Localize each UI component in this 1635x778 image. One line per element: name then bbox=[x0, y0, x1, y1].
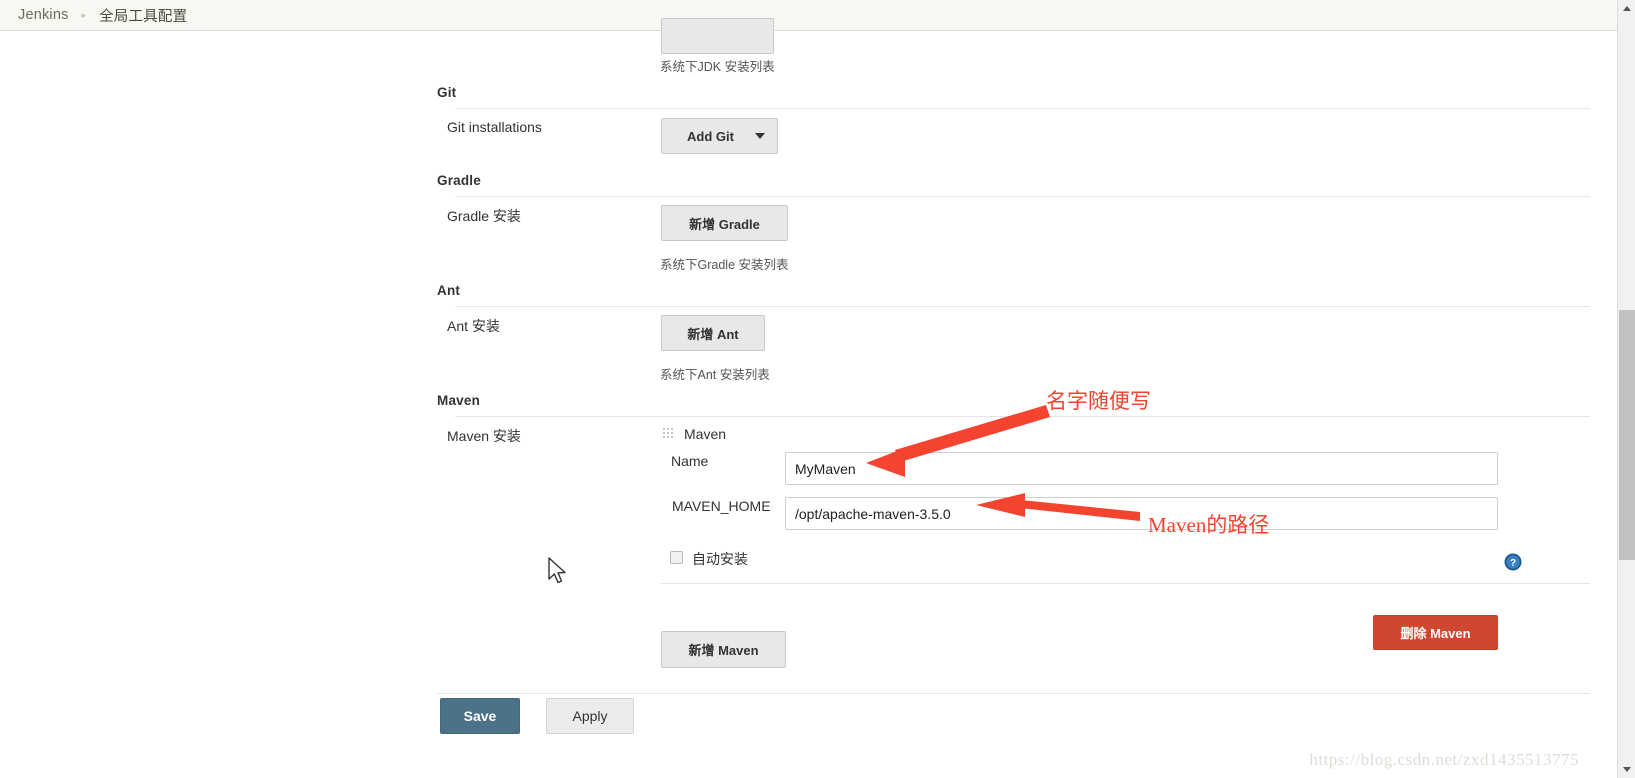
add-maven-button-label: 新增 Maven bbox=[688, 643, 759, 658]
section-title-gradle: Gradle bbox=[437, 173, 481, 188]
add-jdk-button[interactable] bbox=[661, 18, 774, 54]
section-rule-git bbox=[455, 108, 1590, 109]
svg-text:?: ? bbox=[1510, 558, 1516, 569]
scrollbar-thumb[interactable] bbox=[1619, 310, 1635, 560]
maven-install-label: Maven 安装 bbox=[447, 428, 521, 444]
gradle-help-text: 系统下Gradle 安装列表 bbox=[660, 258, 789, 272]
add-git-button-label: Add Git bbox=[687, 128, 734, 144]
maven-home-input[interactable] bbox=[785, 497, 1498, 530]
ant-install-label: Ant 安装 bbox=[447, 318, 500, 334]
breadcrumb: Jenkins ▸ 全局工具配置 bbox=[0, 0, 1617, 31]
maven-name-input[interactable] bbox=[785, 452, 1498, 485]
chevron-down-icon bbox=[755, 133, 765, 139]
git-installations-label: Git installations bbox=[447, 119, 542, 135]
breadcrumb-item-jenkins[interactable]: Jenkins bbox=[18, 7, 69, 23]
section-rule-ant bbox=[455, 306, 1590, 307]
maven-home-label: MAVEN_HOME bbox=[672, 498, 771, 514]
section-title-git: Git bbox=[437, 85, 457, 100]
scroll-down-arrow-icon[interactable] bbox=[1618, 761, 1635, 778]
section-rule-maven bbox=[455, 416, 1590, 417]
auto-install-checkbox[interactable] bbox=[670, 551, 683, 564]
drag-handle-icon[interactable] bbox=[663, 428, 676, 441]
section-title-maven: Maven bbox=[437, 393, 481, 408]
help-icon[interactable]: ? bbox=[1504, 553, 1522, 571]
maven-entry-rule bbox=[660, 583, 1590, 584]
add-gradle-button-label: 新增 Gradle bbox=[689, 216, 760, 232]
ant-help-text: 系统下Ant 安装列表 bbox=[660, 368, 770, 382]
save-button[interactable]: Save bbox=[440, 698, 520, 734]
configuration-form: 系统下JDK 安装列表 Git Git installations Add Gi… bbox=[0, 18, 1617, 778]
section-rule-gradle bbox=[455, 196, 1590, 197]
apply-button-label: Apply bbox=[572, 708, 608, 724]
save-button-label: Save bbox=[463, 708, 497, 724]
gradle-install-label: Gradle 安装 bbox=[447, 208, 521, 224]
jdk-help-text: 系统下JDK 安装列表 bbox=[660, 60, 775, 74]
add-ant-button-label: 新增 Ant bbox=[687, 326, 739, 342]
section-title-ant: Ant bbox=[437, 283, 461, 298]
maven-group-label: Maven bbox=[684, 426, 727, 442]
delete-maven-button[interactable]: 删除 Maven bbox=[1373, 615, 1498, 650]
breadcrumb-separator-icon: ▸ bbox=[81, 9, 87, 20]
scroll-up-arrow-icon[interactable] bbox=[1618, 0, 1635, 17]
breadcrumb-item-global-tool-config[interactable]: 全局工具配置 bbox=[99, 5, 187, 26]
maven-name-label: Name bbox=[671, 453, 709, 469]
add-git-button[interactable]: Add Git bbox=[661, 118, 778, 154]
delete-maven-button-label: 删除 Maven bbox=[1400, 626, 1471, 641]
footer-rule bbox=[437, 693, 1590, 694]
vertical-scrollbar[interactable] bbox=[1617, 0, 1635, 778]
add-ant-button[interactable]: 新增 Ant bbox=[661, 315, 765, 351]
apply-button[interactable]: Apply bbox=[546, 698, 634, 734]
auto-install-label[interactable]: 自动安装 bbox=[692, 549, 748, 569]
add-maven-button[interactable]: 新增 Maven bbox=[661, 631, 786, 668]
add-gradle-button[interactable]: 新增 Gradle bbox=[661, 205, 788, 241]
watermark: https://blog.csdn.net/zxd1435513775 bbox=[1309, 750, 1579, 769]
